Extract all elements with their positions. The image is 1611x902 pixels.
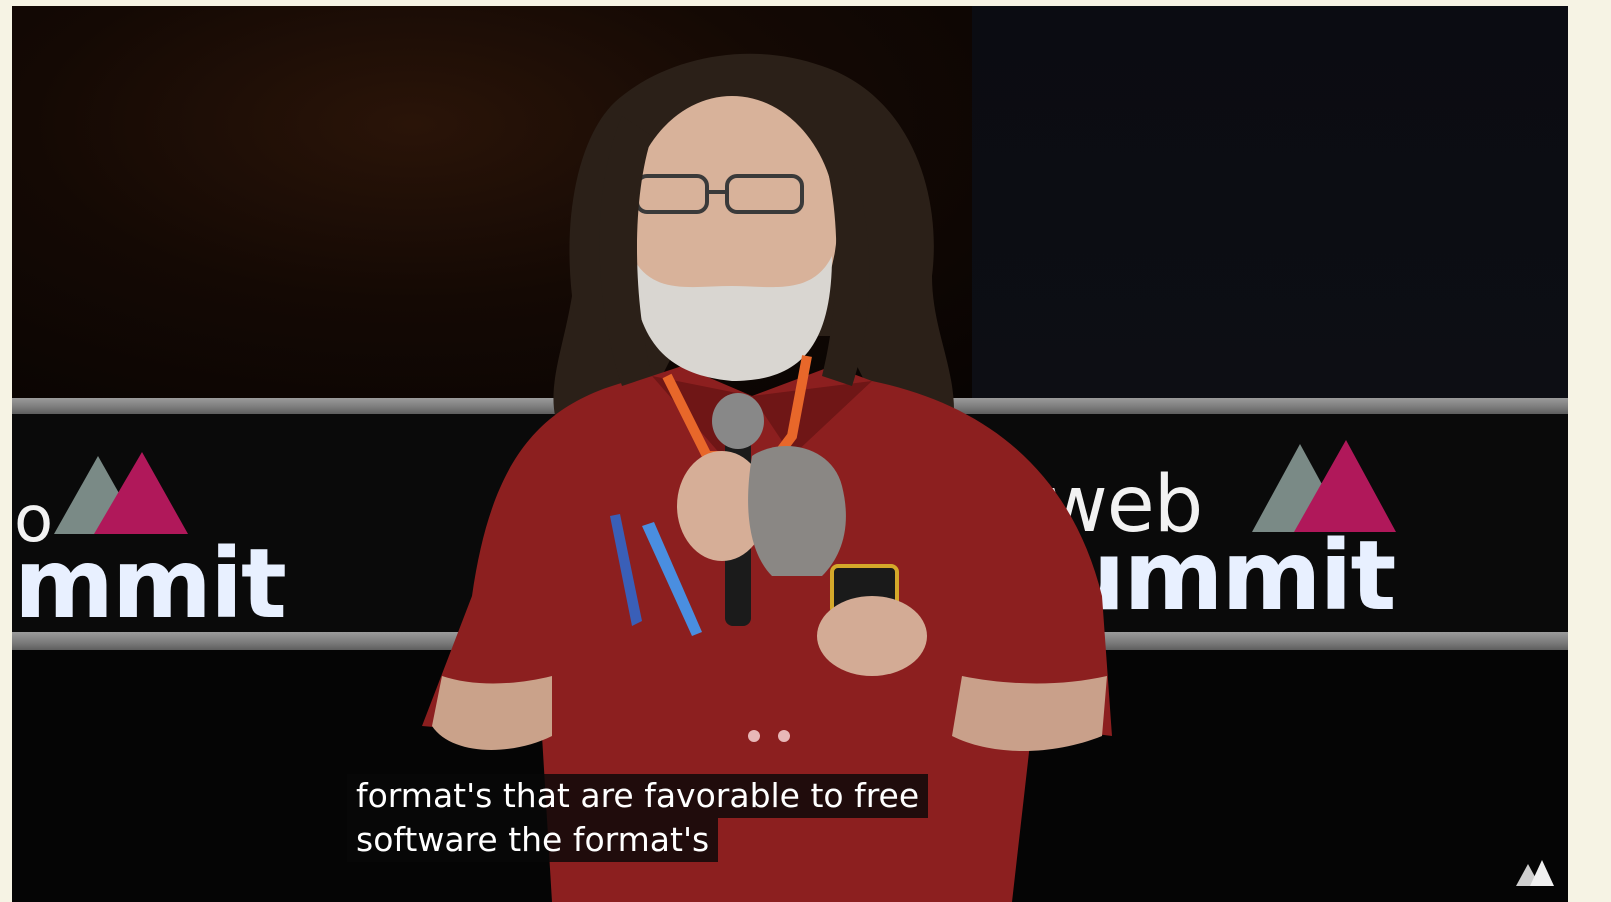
web-summit-logo-left: o mmit [12,436,287,632]
closed-captions: format's that are favorable to free soft… [347,774,929,862]
logo-triangles-icon [54,452,188,534]
caption-line-1: format's that are favorable to free [347,774,929,818]
logo-word-bottom: mmit [14,528,287,640]
caption-line-2: software the format's [347,818,719,862]
logo-watermark-icon [1516,860,1554,886]
speaker-figure [422,53,1112,902]
video-frame[interactable]: o mmit web summit format's that are favo… [12,6,1568,902]
